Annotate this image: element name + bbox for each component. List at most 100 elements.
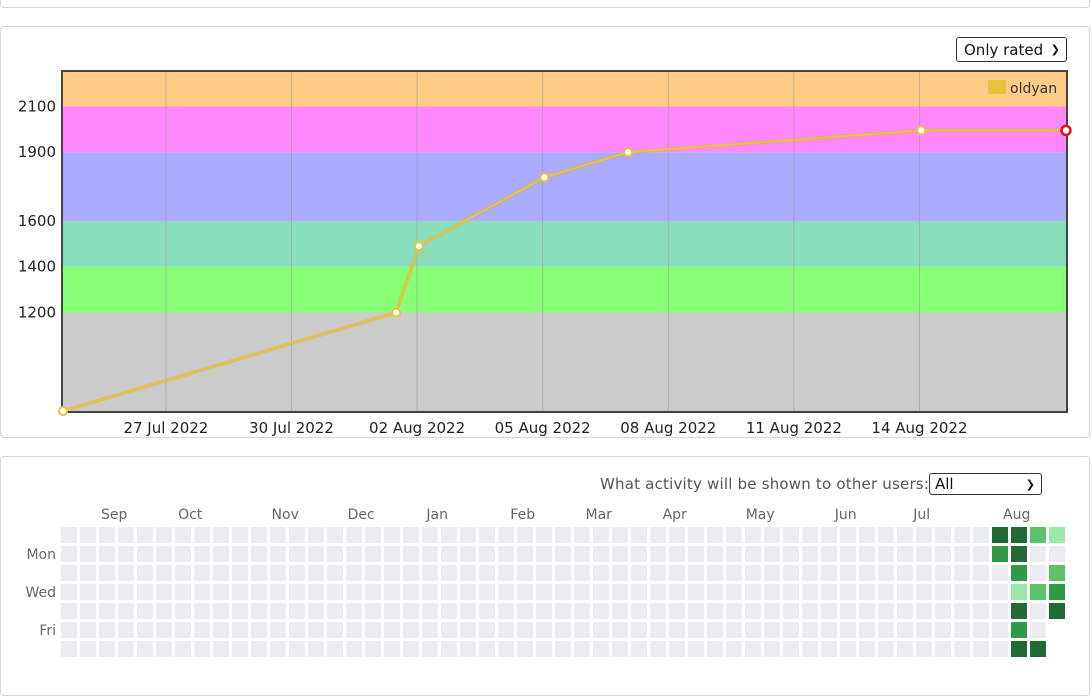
heatmap-cell[interactable] — [346, 527, 362, 543]
heatmap-cell[interactable] — [384, 527, 400, 543]
heatmap-cell[interactable] — [61, 546, 77, 562]
heatmap-cell[interactable] — [118, 603, 134, 619]
heatmap-cell[interactable] — [61, 622, 77, 638]
activity-visibility-select[interactable]: All ❯ — [929, 473, 1042, 495]
heatmap-cell[interactable] — [821, 546, 837, 562]
heatmap-cell[interactable] — [99, 527, 115, 543]
heatmap-cell[interactable] — [308, 622, 324, 638]
heatmap-cell[interactable] — [1011, 622, 1027, 638]
heatmap-cell[interactable] — [118, 546, 134, 562]
heatmap-cell[interactable] — [745, 622, 761, 638]
heatmap-cell[interactable] — [669, 584, 685, 600]
heatmap-cell[interactable] — [593, 527, 609, 543]
heatmap-cell[interactable] — [745, 584, 761, 600]
heatmap-cell[interactable] — [99, 565, 115, 581]
heatmap-cell[interactable] — [726, 584, 742, 600]
heatmap-cell[interactable] — [460, 546, 476, 562]
heatmap-cell[interactable] — [308, 527, 324, 543]
heatmap-cell[interactable] — [308, 584, 324, 600]
heatmap-cell[interactable] — [859, 565, 875, 581]
heatmap-cell[interactable] — [859, 584, 875, 600]
heatmap-cell[interactable] — [650, 622, 666, 638]
heatmap-cell[interactable] — [935, 622, 951, 638]
heatmap-cell[interactable] — [821, 641, 837, 657]
heatmap-cell[interactable] — [403, 527, 419, 543]
heatmap-cell[interactable] — [593, 622, 609, 638]
heatmap-cell[interactable] — [403, 565, 419, 581]
heatmap-cell[interactable] — [327, 641, 343, 657]
heatmap-cell[interactable] — [384, 603, 400, 619]
heatmap-cell[interactable] — [821, 565, 837, 581]
heatmap-cell[interactable] — [61, 527, 77, 543]
heatmap-cell[interactable] — [118, 641, 134, 657]
heatmap-cell[interactable] — [498, 622, 514, 638]
heatmap-cell[interactable] — [251, 641, 267, 657]
heatmap-cell[interactable] — [555, 527, 571, 543]
heatmap-cell[interactable] — [973, 641, 989, 657]
heatmap-cell[interactable] — [479, 546, 495, 562]
heatmap-cell[interactable] — [289, 584, 305, 600]
heatmap-cell[interactable] — [593, 641, 609, 657]
heatmap-cell[interactable] — [802, 527, 818, 543]
heatmap-cell[interactable] — [346, 584, 362, 600]
heatmap-cell[interactable] — [137, 527, 153, 543]
heatmap-cell[interactable] — [973, 527, 989, 543]
heatmap-cell[interactable] — [840, 565, 856, 581]
heatmap-cell[interactable] — [61, 641, 77, 657]
heatmap-cell[interactable] — [574, 603, 590, 619]
heatmap-cell[interactable] — [840, 603, 856, 619]
heatmap-cell[interactable] — [270, 584, 286, 600]
heatmap-cell[interactable] — [1030, 565, 1046, 581]
heatmap-cell[interactable] — [479, 584, 495, 600]
heatmap-cell[interactable] — [593, 603, 609, 619]
heatmap-cell[interactable] — [99, 641, 115, 657]
heatmap-cell[interactable] — [289, 527, 305, 543]
heatmap-cell[interactable] — [137, 622, 153, 638]
heatmap-cell[interactable] — [783, 622, 799, 638]
heatmap-cell[interactable] — [118, 565, 134, 581]
heatmap-cell[interactable] — [327, 603, 343, 619]
heatmap-cell[interactable] — [213, 546, 229, 562]
heatmap-cell[interactable] — [935, 641, 951, 657]
heatmap-cell[interactable] — [99, 622, 115, 638]
heatmap-cell[interactable] — [441, 527, 457, 543]
heatmap-cell[interactable] — [175, 622, 191, 638]
heatmap-cell[interactable] — [61, 603, 77, 619]
heatmap-cell[interactable] — [650, 584, 666, 600]
heatmap-cell[interactable] — [992, 584, 1008, 600]
heatmap-cell[interactable] — [137, 584, 153, 600]
heatmap-cell[interactable] — [384, 565, 400, 581]
heatmap-cell[interactable] — [479, 527, 495, 543]
heatmap-cell[interactable] — [479, 565, 495, 581]
heatmap-cell[interactable] — [194, 622, 210, 638]
heatmap-cell[interactable] — [897, 622, 913, 638]
heatmap-cell[interactable] — [80, 603, 96, 619]
heatmap-cell[interactable] — [612, 546, 628, 562]
heatmap-cell[interactable] — [916, 527, 932, 543]
heatmap-cell[interactable] — [840, 527, 856, 543]
heatmap-cell[interactable] — [1049, 603, 1065, 619]
heatmap-cell[interactable] — [422, 565, 438, 581]
heatmap-cell[interactable] — [897, 565, 913, 581]
heatmap-cell[interactable] — [745, 565, 761, 581]
heatmap-cell[interactable] — [346, 546, 362, 562]
heatmap-cell[interactable] — [973, 622, 989, 638]
heatmap-cell[interactable] — [650, 527, 666, 543]
heatmap-cell[interactable] — [441, 641, 457, 657]
heatmap-cell[interactable] — [840, 622, 856, 638]
heatmap-cell[interactable] — [650, 641, 666, 657]
heatmap-cell[interactable] — [327, 546, 343, 562]
heatmap-cell[interactable] — [574, 641, 590, 657]
heatmap-cell[interactable] — [289, 622, 305, 638]
heatmap-cell[interactable] — [365, 546, 381, 562]
heatmap-cell[interactable] — [726, 527, 742, 543]
heatmap-cell[interactable] — [232, 584, 248, 600]
heatmap-cell[interactable] — [916, 565, 932, 581]
heatmap-cell[interactable] — [1030, 622, 1046, 638]
heatmap-cell[interactable] — [175, 565, 191, 581]
heatmap-cell[interactable] — [156, 622, 172, 638]
heatmap-cell[interactable] — [80, 584, 96, 600]
heatmap-cell[interactable] — [213, 565, 229, 581]
heatmap-cell[interactable] — [422, 641, 438, 657]
heatmap-cell[interactable] — [878, 584, 894, 600]
